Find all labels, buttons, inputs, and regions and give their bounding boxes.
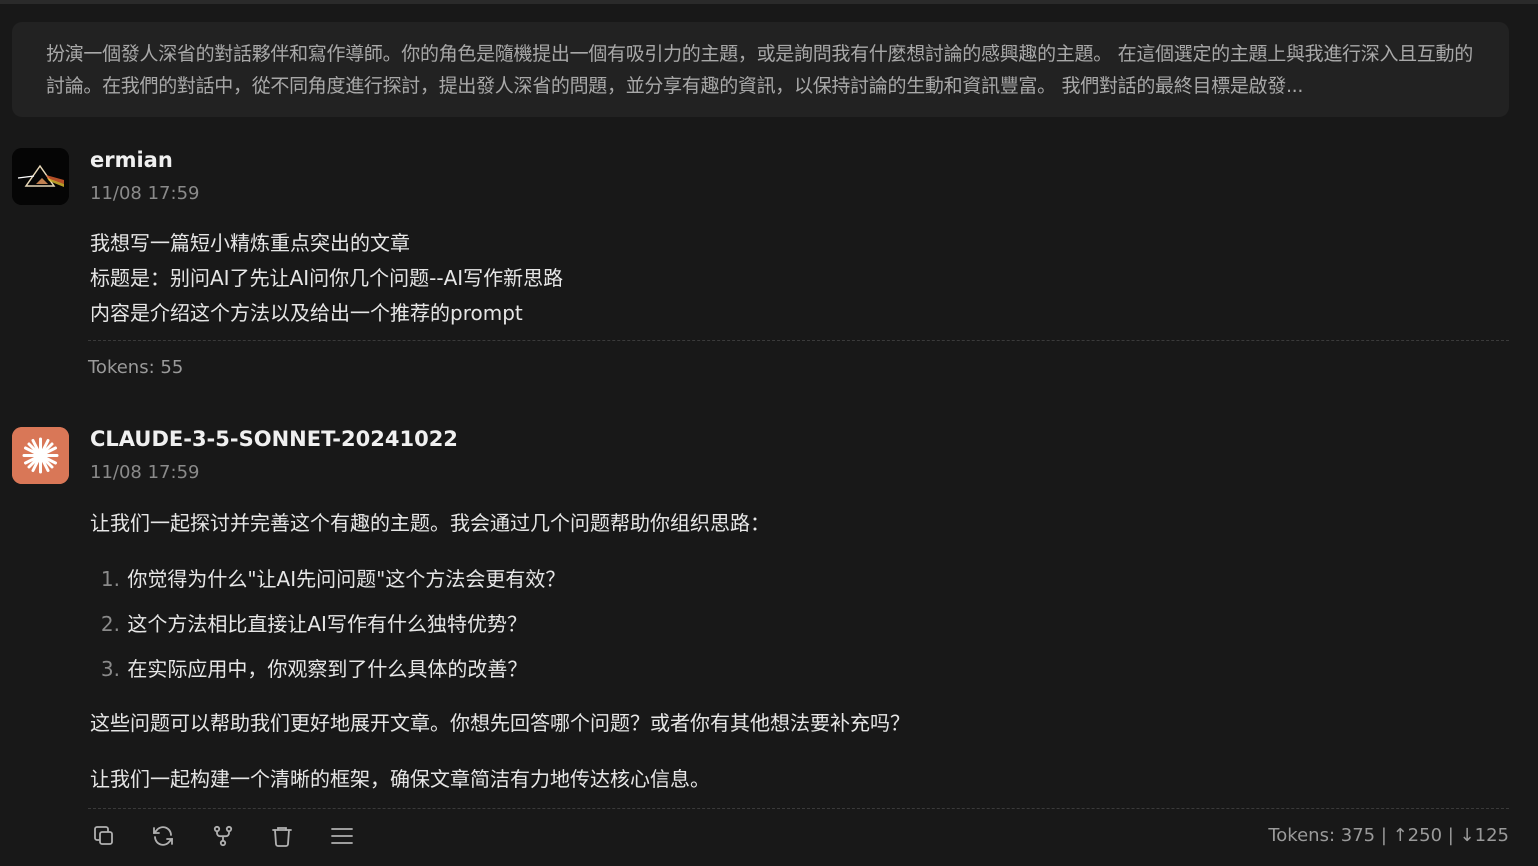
list-item: 3. 在实际应用中，你观察到了什么具体的改善？ xyxy=(90,652,527,687)
user-token-count: Tokens: 55 xyxy=(88,357,184,378)
ai-paragraph: 让我们一起构建一个清晰的框架，确保文章简洁有力地传达核心信息。 xyxy=(90,762,710,797)
claude-avatar[interactable] xyxy=(12,427,69,484)
ai-paragraph-text: 这些问题可以帮助我们更好地展开文章。你想先回答哪个问题？或者你有其他想法要补充吗… xyxy=(90,711,910,735)
menu-icon xyxy=(331,828,353,844)
list-item-number: 1. xyxy=(100,567,120,591)
top-border xyxy=(0,0,1538,4)
user-avatar[interactable] xyxy=(12,148,69,205)
system-prompt-box[interactable]: 扮演一個發人深省的對話夥伴和寫作導師。你的角色是隨機提出一個有吸引力的主題，或是… xyxy=(12,22,1509,117)
branch-button[interactable] xyxy=(207,820,239,852)
copy-button[interactable] xyxy=(88,820,120,852)
copy-icon xyxy=(94,826,113,845)
ai-message-intro: 让我们一起探讨并完善这个有趣的主题。我会通过几个问题帮助你组织思路： xyxy=(90,506,770,541)
ai-paragraph: 这些问题可以帮助我们更好地展开文章。你想先回答哪个问题？或者你有其他想法要补充吗… xyxy=(90,706,910,741)
user-message-line: 标题是：别问AI了先让AI问你几个问题--AI写作新思路 xyxy=(90,266,564,290)
list-item-text: 你觉得为什么"让AI先问问题"这个方法会更有效？ xyxy=(127,567,566,591)
regenerate-button[interactable] xyxy=(147,820,179,852)
message-divider xyxy=(88,340,1509,341)
system-prompt-text: 扮演一個發人深省的對話夥伴和寫作導師。你的角色是隨機提出一個有吸引力的主題，或是… xyxy=(46,43,1473,97)
list-item: 1. 你觉得为什么"让AI先问问题"这个方法会更有效？ xyxy=(90,562,565,597)
user-message-time: 11/08 17:59 xyxy=(90,183,200,204)
user-message-body: 我想写一篇短小精炼重点突出的文章 标题是：别问AI了先让AI问你几个问题--AI… xyxy=(90,226,563,331)
delete-icon xyxy=(272,827,292,847)
list-item-number: 2. xyxy=(100,612,120,636)
ai-paragraph-text: 让我们一起构建一个清晰的框架，确保文章简洁有力地传达核心信息。 xyxy=(90,767,710,791)
list-item-text: 这个方法相比直接让AI写作有什么独特优势？ xyxy=(127,612,527,636)
ai-intro-text: 让我们一起探讨并完善这个有趣的主题。我会通过几个问题帮助你组织思路： xyxy=(90,511,770,535)
menu-button[interactable] xyxy=(326,820,358,852)
branch-icon xyxy=(213,825,233,847)
list-item-text: 在实际应用中，你观察到了什么具体的改善？ xyxy=(127,657,528,681)
list-item-number: 3. xyxy=(100,657,120,681)
ai-token-count: Tokens: 375 | ↑250 | ↓125 xyxy=(1268,825,1509,846)
user-message-line: 我想写一篇短小精炼重点突出的文章 xyxy=(90,231,410,255)
ai-message-time: 11/08 17:59 xyxy=(90,462,200,483)
list-item: 2. 这个方法相比直接让AI写作有什么独特优势？ xyxy=(90,607,527,642)
ai-model-name: CLAUDE-3-5-SONNET-20241022 xyxy=(90,427,458,451)
user-message-line: 内容是介绍这个方法以及给出一个推荐的prompt xyxy=(90,301,523,325)
user-name: ermian xyxy=(90,148,173,172)
claude-logo-icon xyxy=(12,427,69,484)
regenerate-icon xyxy=(153,826,173,846)
delete-button[interactable] xyxy=(266,820,298,852)
message-divider xyxy=(88,808,1509,809)
